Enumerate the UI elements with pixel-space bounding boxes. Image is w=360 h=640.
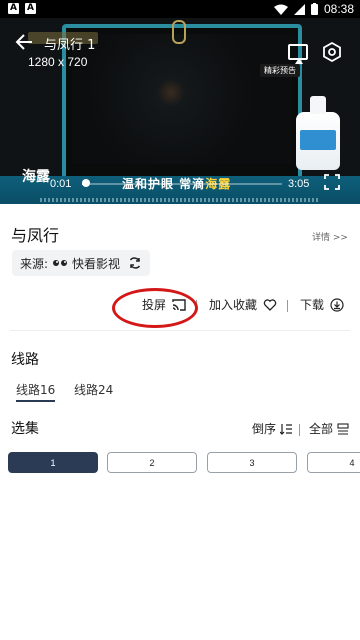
back-arrow-icon[interactable] [14,32,34,52]
show-title: 与凤行 [11,226,60,245]
episode-button[interactable]: 2 [107,452,197,473]
download-icon [330,297,344,312]
ad-badge: 精彩预告 [260,64,300,77]
video-player[interactable]: 温和护眼 常滴海露 与凤行 1 1280 x 720 精彩预告 海露 0:01 … [0,18,360,204]
divider [287,300,288,312]
product-bottle-image [296,96,340,170]
current-time: 0:01 [50,178,72,190]
sort-order-button[interactable]: 倒序 [252,420,293,437]
status-bar: A A 08:38 [0,0,360,18]
episode-button[interactable]: 1 [8,452,98,473]
total-time: 3:05 [288,178,310,190]
episode-list: 1 2 3 4 [8,452,360,474]
favorite-button[interactable]: 加入收藏 [209,296,277,313]
progress-bar[interactable] [82,183,282,185]
episodes-heading: 选集 [11,421,39,437]
divider [299,424,300,436]
source-label: 来源: [20,256,49,271]
video-seal [172,20,186,44]
wifi-icon [273,4,288,15]
refresh-icon[interactable] [128,256,142,270]
details-link[interactable]: 详情 >> [312,230,348,243]
screen-cast-icon [172,298,186,311]
progress-handle[interactable] [82,179,90,187]
eyes-icon [53,260,68,266]
sort-icon [280,423,293,435]
heart-icon [263,298,277,311]
list-icon [337,422,349,435]
video-title: 与凤行 1 [44,38,96,53]
divider [196,300,197,312]
source-name: 快看影视 [72,256,121,271]
all-episodes-button[interactable]: 全部 [309,420,349,437]
route-tab[interactable]: 线路16 [16,381,56,402]
divider [10,330,350,331]
battery-icon [310,3,318,15]
notification-icon: A [8,3,19,14]
source-selector[interactable]: 来源: 快看影视 [12,250,151,276]
routes-heading: 线路 [11,352,39,368]
action-row: 投屏 加入收藏 下载 [0,296,360,318]
fullscreen-icon[interactable] [324,174,340,190]
download-button[interactable]: 下载 [300,296,344,313]
status-time: 08:38 [323,2,354,16]
signal-icon [293,3,305,15]
video-frame [62,24,302,194]
episode-button[interactable]: 4 [307,452,360,473]
video-resolution: 1280 x 720 [28,55,88,69]
cast-icon[interactable] [288,44,308,64]
episode-button[interactable]: 3 [207,452,297,473]
notification-icon: A [25,3,36,14]
settings-icon[interactable] [322,42,342,62]
cast-button[interactable]: 投屏 [142,296,186,313]
route-tab[interactable]: 线路24 [74,381,113,398]
